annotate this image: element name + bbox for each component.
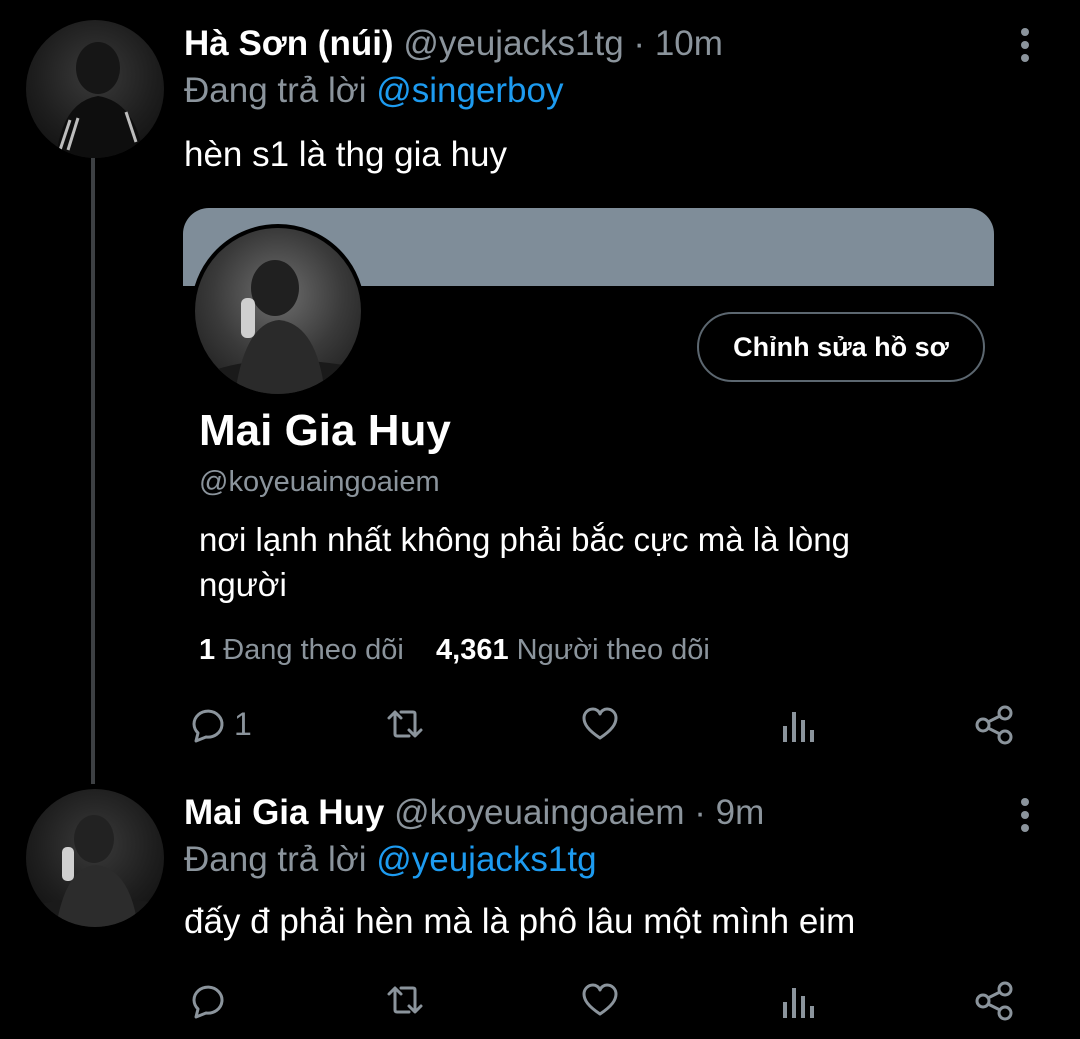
- profile-bio: nơi lạnh nhất không phải bắc cực mà là l…: [199, 521, 850, 603]
- retweet-icon: [387, 710, 423, 738]
- share-button[interactable]: [973, 980, 1015, 1022]
- tweet-header: Mai Gia Huy @koyeuaingoaiem · 9m: [184, 793, 764, 833]
- reply-button[interactable]: 1: [186, 704, 252, 744]
- profile-name: Mai Gia Huy: [199, 406, 451, 455]
- author-handle[interactable]: @koyeuaingoaiem: [394, 793, 684, 832]
- like-icon: [582, 707, 618, 740]
- like-button[interactable]: [580, 980, 620, 1020]
- profile-handle: @koyeuaingoaiem: [199, 466, 440, 498]
- reply-count: 1: [234, 705, 252, 742]
- following-count[interactable]: 1: [199, 634, 215, 666]
- reply-prefix: Đang trả lời: [184, 840, 367, 879]
- analytics-button[interactable]: [778, 706, 818, 746]
- reply-icon: [192, 985, 224, 1019]
- profile-follow-stats: 1 Đang theo dõi 4,361 Người theo dõi: [199, 634, 710, 667]
- profile-card[interactable]: Chỉnh sửa hồ sơ Mai Gia Huy @koyeuaingoa…: [183, 208, 994, 688]
- profile-card-avatar[interactable]: [191, 224, 365, 398]
- author-name[interactable]: Hà Sơn (núi): [184, 24, 394, 63]
- retweet-button[interactable]: [383, 980, 427, 1020]
- separator-dot: ·: [694, 793, 706, 832]
- tweet-text: đấy đ phải hèn mà là phô lâu một mình ei…: [184, 902, 856, 941]
- author-handle[interactable]: @yeujacks1tg: [403, 24, 623, 63]
- reply-button[interactable]: [186, 980, 226, 1020]
- author-name[interactable]: Mai Gia Huy: [184, 793, 384, 832]
- more-icon[interactable]: [1013, 26, 1037, 66]
- share-button[interactable]: [973, 704, 1015, 746]
- tweet-time[interactable]: 9m: [716, 793, 765, 832]
- tweet-time[interactable]: 10m: [655, 24, 723, 63]
- like-icon: [582, 983, 618, 1016]
- retweet-button[interactable]: [383, 704, 427, 744]
- tweet-header: Hà Sơn (núi) @yeujacks1tg · 10m: [184, 24, 723, 64]
- share-icon: [975, 705, 1013, 745]
- followers-label[interactable]: Người theo dõi: [517, 634, 710, 666]
- separator-dot: ·: [633, 24, 646, 63]
- followers-count[interactable]: 4,361: [436, 634, 509, 666]
- reply-prefix: Đang trả lời: [184, 71, 367, 110]
- edit-profile-button[interactable]: Chỉnh sửa hồ sơ: [697, 312, 985, 382]
- share-icon: [975, 981, 1013, 1021]
- analytics-icon: [783, 712, 814, 742]
- reply-mention-link[interactable]: @yeujacks1tg: [376, 840, 596, 879]
- analytics-button[interactable]: [778, 982, 818, 1022]
- reply-icon: [192, 709, 224, 743]
- avatar[interactable]: [26, 789, 164, 927]
- analytics-icon: [783, 988, 814, 1018]
- retweet-icon: [387, 986, 423, 1014]
- more-icon[interactable]: [1013, 796, 1037, 836]
- avatar[interactable]: [26, 20, 164, 158]
- replying-to: Đang trả lời @singerboy: [184, 71, 564, 111]
- following-label[interactable]: Đang theo dõi: [223, 634, 404, 666]
- like-button[interactable]: [580, 704, 620, 744]
- replying-to: Đang trả lời @yeujacks1tg: [184, 840, 597, 880]
- tweet-text: hèn s1 là thg gia huy: [184, 135, 508, 174]
- thread-connector-line: [91, 158, 95, 784]
- reply-mention-link[interactable]: @singerboy: [376, 71, 563, 110]
